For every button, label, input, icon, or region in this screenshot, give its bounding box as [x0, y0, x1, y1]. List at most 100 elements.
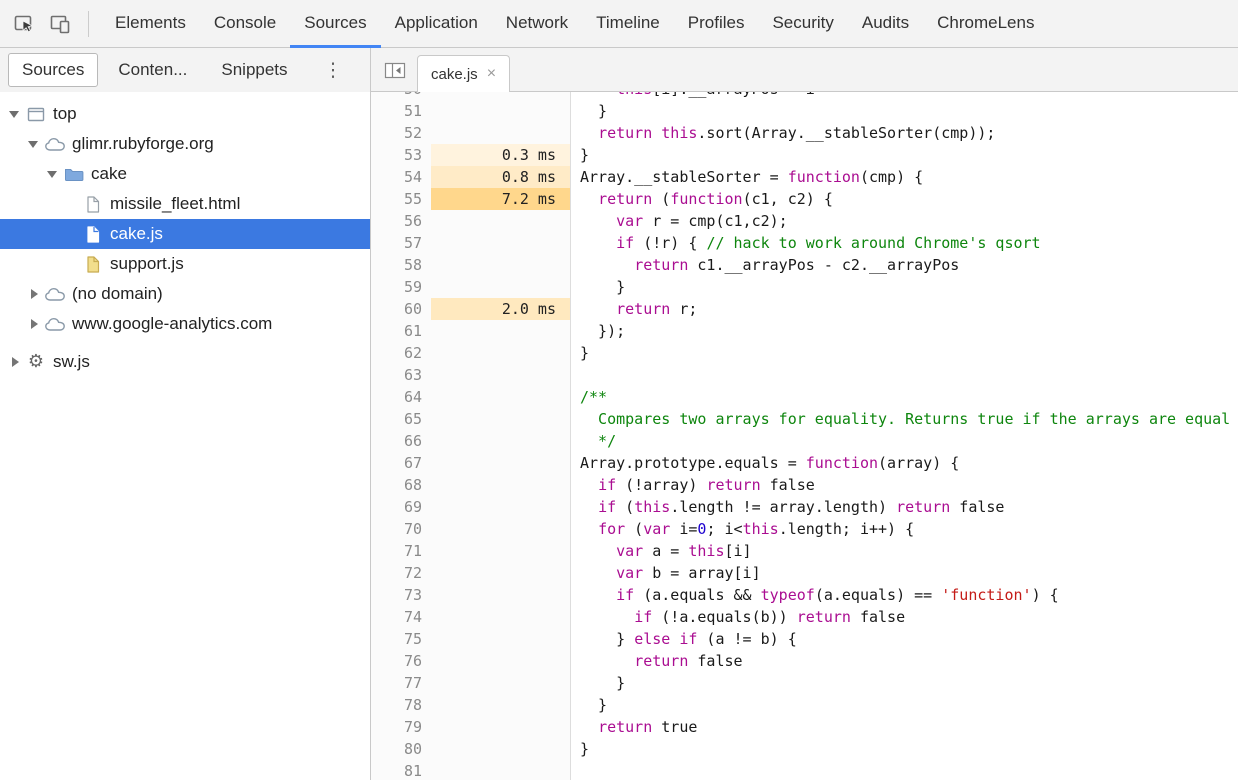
code-text[interactable]: var r = cmp(c1,c2);	[571, 210, 1238, 232]
chevron-right-icon[interactable]	[27, 286, 44, 302]
code-text[interactable]: return (function(c1, c2) {	[571, 188, 1238, 210]
tab-security[interactable]: Security	[758, 0, 847, 47]
line-number[interactable]: 53	[371, 144, 431, 166]
code-text[interactable]: }	[571, 694, 1238, 716]
line-number[interactable]: 79	[371, 716, 431, 738]
line-number[interactable]: 66	[371, 430, 431, 452]
sidebar-item-cake-js[interactable]: cake.js	[0, 219, 370, 249]
code-text[interactable]: var a = this[i]	[571, 540, 1238, 562]
line-number[interactable]: 71	[371, 540, 431, 562]
code-text[interactable]: if (!r) { // hack to work around Chrome'…	[571, 232, 1238, 254]
line-number[interactable]: 69	[371, 496, 431, 518]
navigator-tab-conten[interactable]: Conten...	[104, 53, 201, 87]
sidebar-item-no-domain[interactable]: (no domain)	[0, 279, 370, 309]
line-number[interactable]: 63	[371, 364, 431, 386]
line-number[interactable]: 80	[371, 738, 431, 760]
code-text[interactable]	[571, 760, 1238, 780]
line-number[interactable]: 81	[371, 760, 431, 780]
close-icon[interactable]: ×	[487, 66, 496, 82]
code-text[interactable]: }	[571, 100, 1238, 122]
tab-network[interactable]: Network	[492, 0, 582, 47]
tab-console[interactable]: Console	[200, 0, 290, 47]
navigator-tab-snippets[interactable]: Snippets	[207, 53, 301, 87]
line-number[interactable]: 77	[371, 672, 431, 694]
chevron-down-icon[interactable]	[27, 136, 44, 152]
code-text[interactable]: }	[571, 144, 1238, 166]
code-text[interactable]: }	[571, 342, 1238, 364]
code-text[interactable]: return false	[571, 650, 1238, 672]
code-text[interactable]: Array.prototype.equals = function(array)…	[571, 452, 1238, 474]
sidebar-item-support-js[interactable]: support.js	[0, 249, 370, 279]
device-toolbar-icon[interactable]	[46, 10, 74, 38]
code-text[interactable]: Array.__stableSorter = function(cmp) {	[571, 166, 1238, 188]
navigator-toggle-icon[interactable]	[383, 60, 407, 80]
code-text[interactable]: return c1.__arrayPos - c2.__arrayPos	[571, 254, 1238, 276]
line-number[interactable]: 58	[371, 254, 431, 276]
sidebar-item-cake[interactable]: cake	[0, 159, 370, 189]
file-tab-cake-js[interactable]: cake.js ×	[417, 55, 510, 92]
overflow-menu-icon[interactable]: ⋮	[318, 59, 349, 81]
code-text[interactable]: }	[571, 738, 1238, 760]
line-number[interactable]: 73	[371, 584, 431, 606]
line-number[interactable]: 52	[371, 122, 431, 144]
code-text[interactable]: if (!array) return false	[571, 474, 1238, 496]
chevron-right-icon[interactable]	[27, 316, 44, 332]
code-text[interactable]	[571, 364, 1238, 386]
code-text[interactable]: */	[571, 430, 1238, 452]
code-text[interactable]: }	[571, 672, 1238, 694]
line-number[interactable]: 61	[371, 320, 431, 342]
tab-sources[interactable]: Sources	[290, 0, 380, 47]
line-number[interactable]: 75	[371, 628, 431, 650]
tab-application[interactable]: Application	[381, 0, 492, 47]
line-number[interactable]: 70	[371, 518, 431, 540]
chevron-down-icon[interactable]	[46, 166, 63, 182]
code-text[interactable]: var b = array[i]	[571, 562, 1238, 584]
code-text[interactable]: } else if (a != b) {	[571, 628, 1238, 650]
sidebar-item-top[interactable]: top	[0, 99, 370, 129]
code-text[interactable]: return this.sort(Array.__stableSorter(cm…	[571, 122, 1238, 144]
tab-timeline[interactable]: Timeline	[582, 0, 674, 47]
sidebar-item-www-google-analytics-com[interactable]: www.google-analytics.com	[0, 309, 370, 339]
code-text[interactable]: if (this.length != array.length) return …	[571, 496, 1238, 518]
line-number[interactable]: 56	[371, 210, 431, 232]
chevron-right-icon[interactable]	[8, 354, 25, 370]
line-number[interactable]: 64	[371, 386, 431, 408]
code-text[interactable]: if (a.equals && typeof(a.equals) == 'fun…	[571, 584, 1238, 606]
sidebar-item-glimr-rubyforge-org[interactable]: glimr.rubyforge.org	[0, 129, 370, 159]
navigator-tab-sources[interactable]: Sources	[8, 53, 98, 87]
tab-chromelens[interactable]: ChromeLens	[923, 0, 1048, 47]
tab-elements[interactable]: Elements	[101, 0, 200, 47]
tab-profiles[interactable]: Profiles	[674, 0, 759, 47]
line-number[interactable]: 74	[371, 606, 431, 628]
code-text[interactable]: Compares two arrays for equality. Return…	[571, 408, 1238, 430]
line-number[interactable]: 60	[371, 298, 431, 320]
line-number[interactable]: 78	[371, 694, 431, 716]
line-number[interactable]: 54	[371, 166, 431, 188]
line-number[interactable]: 50	[371, 92, 431, 100]
line-number[interactable]: 68	[371, 474, 431, 496]
tab-audits[interactable]: Audits	[848, 0, 923, 47]
chevron-down-icon[interactable]	[8, 106, 25, 122]
line-number[interactable]: 62	[371, 342, 431, 364]
line-number[interactable]: 51	[371, 100, 431, 122]
code-text[interactable]: for (var i=0; i<this.length; i++) {	[571, 518, 1238, 540]
code-text[interactable]: });	[571, 320, 1238, 342]
line-number[interactable]: 76	[371, 650, 431, 672]
code-text[interactable]: return true	[571, 716, 1238, 738]
profile-time: 0.8 ms	[431, 166, 571, 188]
line-number[interactable]: 57	[371, 232, 431, 254]
line-number[interactable]: 67	[371, 452, 431, 474]
inspect-icon[interactable]	[10, 10, 38, 38]
code-text[interactable]: }	[571, 276, 1238, 298]
line-number[interactable]: 59	[371, 276, 431, 298]
sidebar-item-sw-js[interactable]: ⚙sw.js	[0, 347, 370, 377]
code-text[interactable]: /**	[571, 386, 1238, 408]
line-number[interactable]: 65	[371, 408, 431, 430]
code-line: 67 Array.prototype.equals = function(arra…	[371, 452, 1238, 474]
line-number[interactable]: 72	[371, 562, 431, 584]
sidebar-item-missile-fleet-html[interactable]: missile_fleet.html	[0, 189, 370, 219]
code-text[interactable]: if (!a.equals(b)) return false	[571, 606, 1238, 628]
line-number[interactable]: 55	[371, 188, 431, 210]
code-text[interactable]: this[i].__arrayPos = i	[571, 92, 1238, 100]
code-text[interactable]: return r;	[571, 298, 1238, 320]
